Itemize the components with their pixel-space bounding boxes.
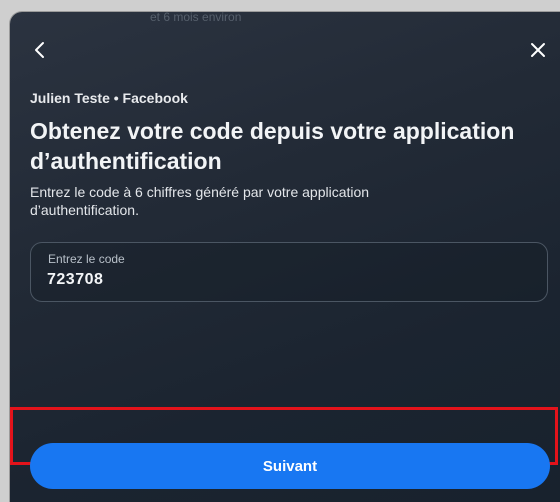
instruction-text: Entrez le code à 6 chiffres généré par v… — [30, 184, 370, 218]
close-icon — [531, 43, 545, 57]
code-input-value[interactable]: 723708 — [47, 271, 103, 289]
next-button[interactable]: Suivant — [30, 443, 550, 489]
account-identity: Julien Teste • Facebook — [30, 90, 188, 106]
code-input[interactable]: Entrez le code 723708 — [30, 242, 548, 302]
page-title: Obtenez votre code depuis votre applicat… — [30, 118, 515, 174]
back-button[interactable] — [30, 40, 50, 60]
chevron-left-icon — [35, 42, 44, 58]
partial-background-text: et 6 mois environ — [150, 12, 242, 24]
close-button[interactable] — [528, 40, 548, 60]
screen: et 6 mois environ Julien Teste • Faceboo… — [0, 0, 560, 502]
code-input-label: Entrez le code — [48, 252, 125, 266]
